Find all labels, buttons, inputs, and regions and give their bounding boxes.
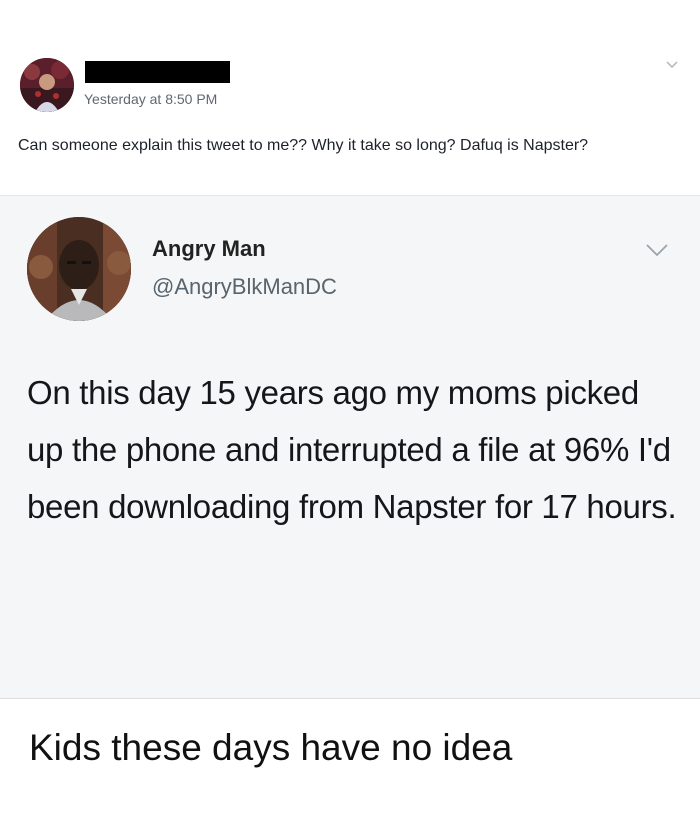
- chevron-down-icon[interactable]: [644, 240, 670, 260]
- post-timestamp[interactable]: Yesterday at 8:50 PM: [84, 91, 217, 107]
- tweet-author-avatar[interactable]: [27, 217, 131, 321]
- post-caption: Can someone explain this tweet to me?? W…: [18, 137, 589, 154]
- facebook-post: Yesterday at 8:50 PM Can someone explain…: [0, 0, 700, 196]
- comment: Kids these days have no idea: [0, 698, 700, 835]
- tweet-author-handle[interactable]: @AngryBlkManDC: [152, 274, 337, 300]
- tweet-body: On this day 15 years ago my moms picked …: [27, 374, 677, 525]
- comment-text: Kids these days have no idea: [29, 727, 513, 768]
- redacted-poster-name: [85, 61, 230, 83]
- profile-photo-icon: [20, 58, 74, 112]
- profile-photo-icon: [27, 217, 131, 321]
- embedded-tweet: Angry Man @AngryBlkManDC On this day 15 …: [0, 196, 700, 698]
- chevron-down-icon[interactable]: [664, 56, 680, 72]
- tweet-author-name[interactable]: Angry Man: [152, 236, 266, 262]
- poster-avatar[interactable]: [20, 58, 74, 112]
